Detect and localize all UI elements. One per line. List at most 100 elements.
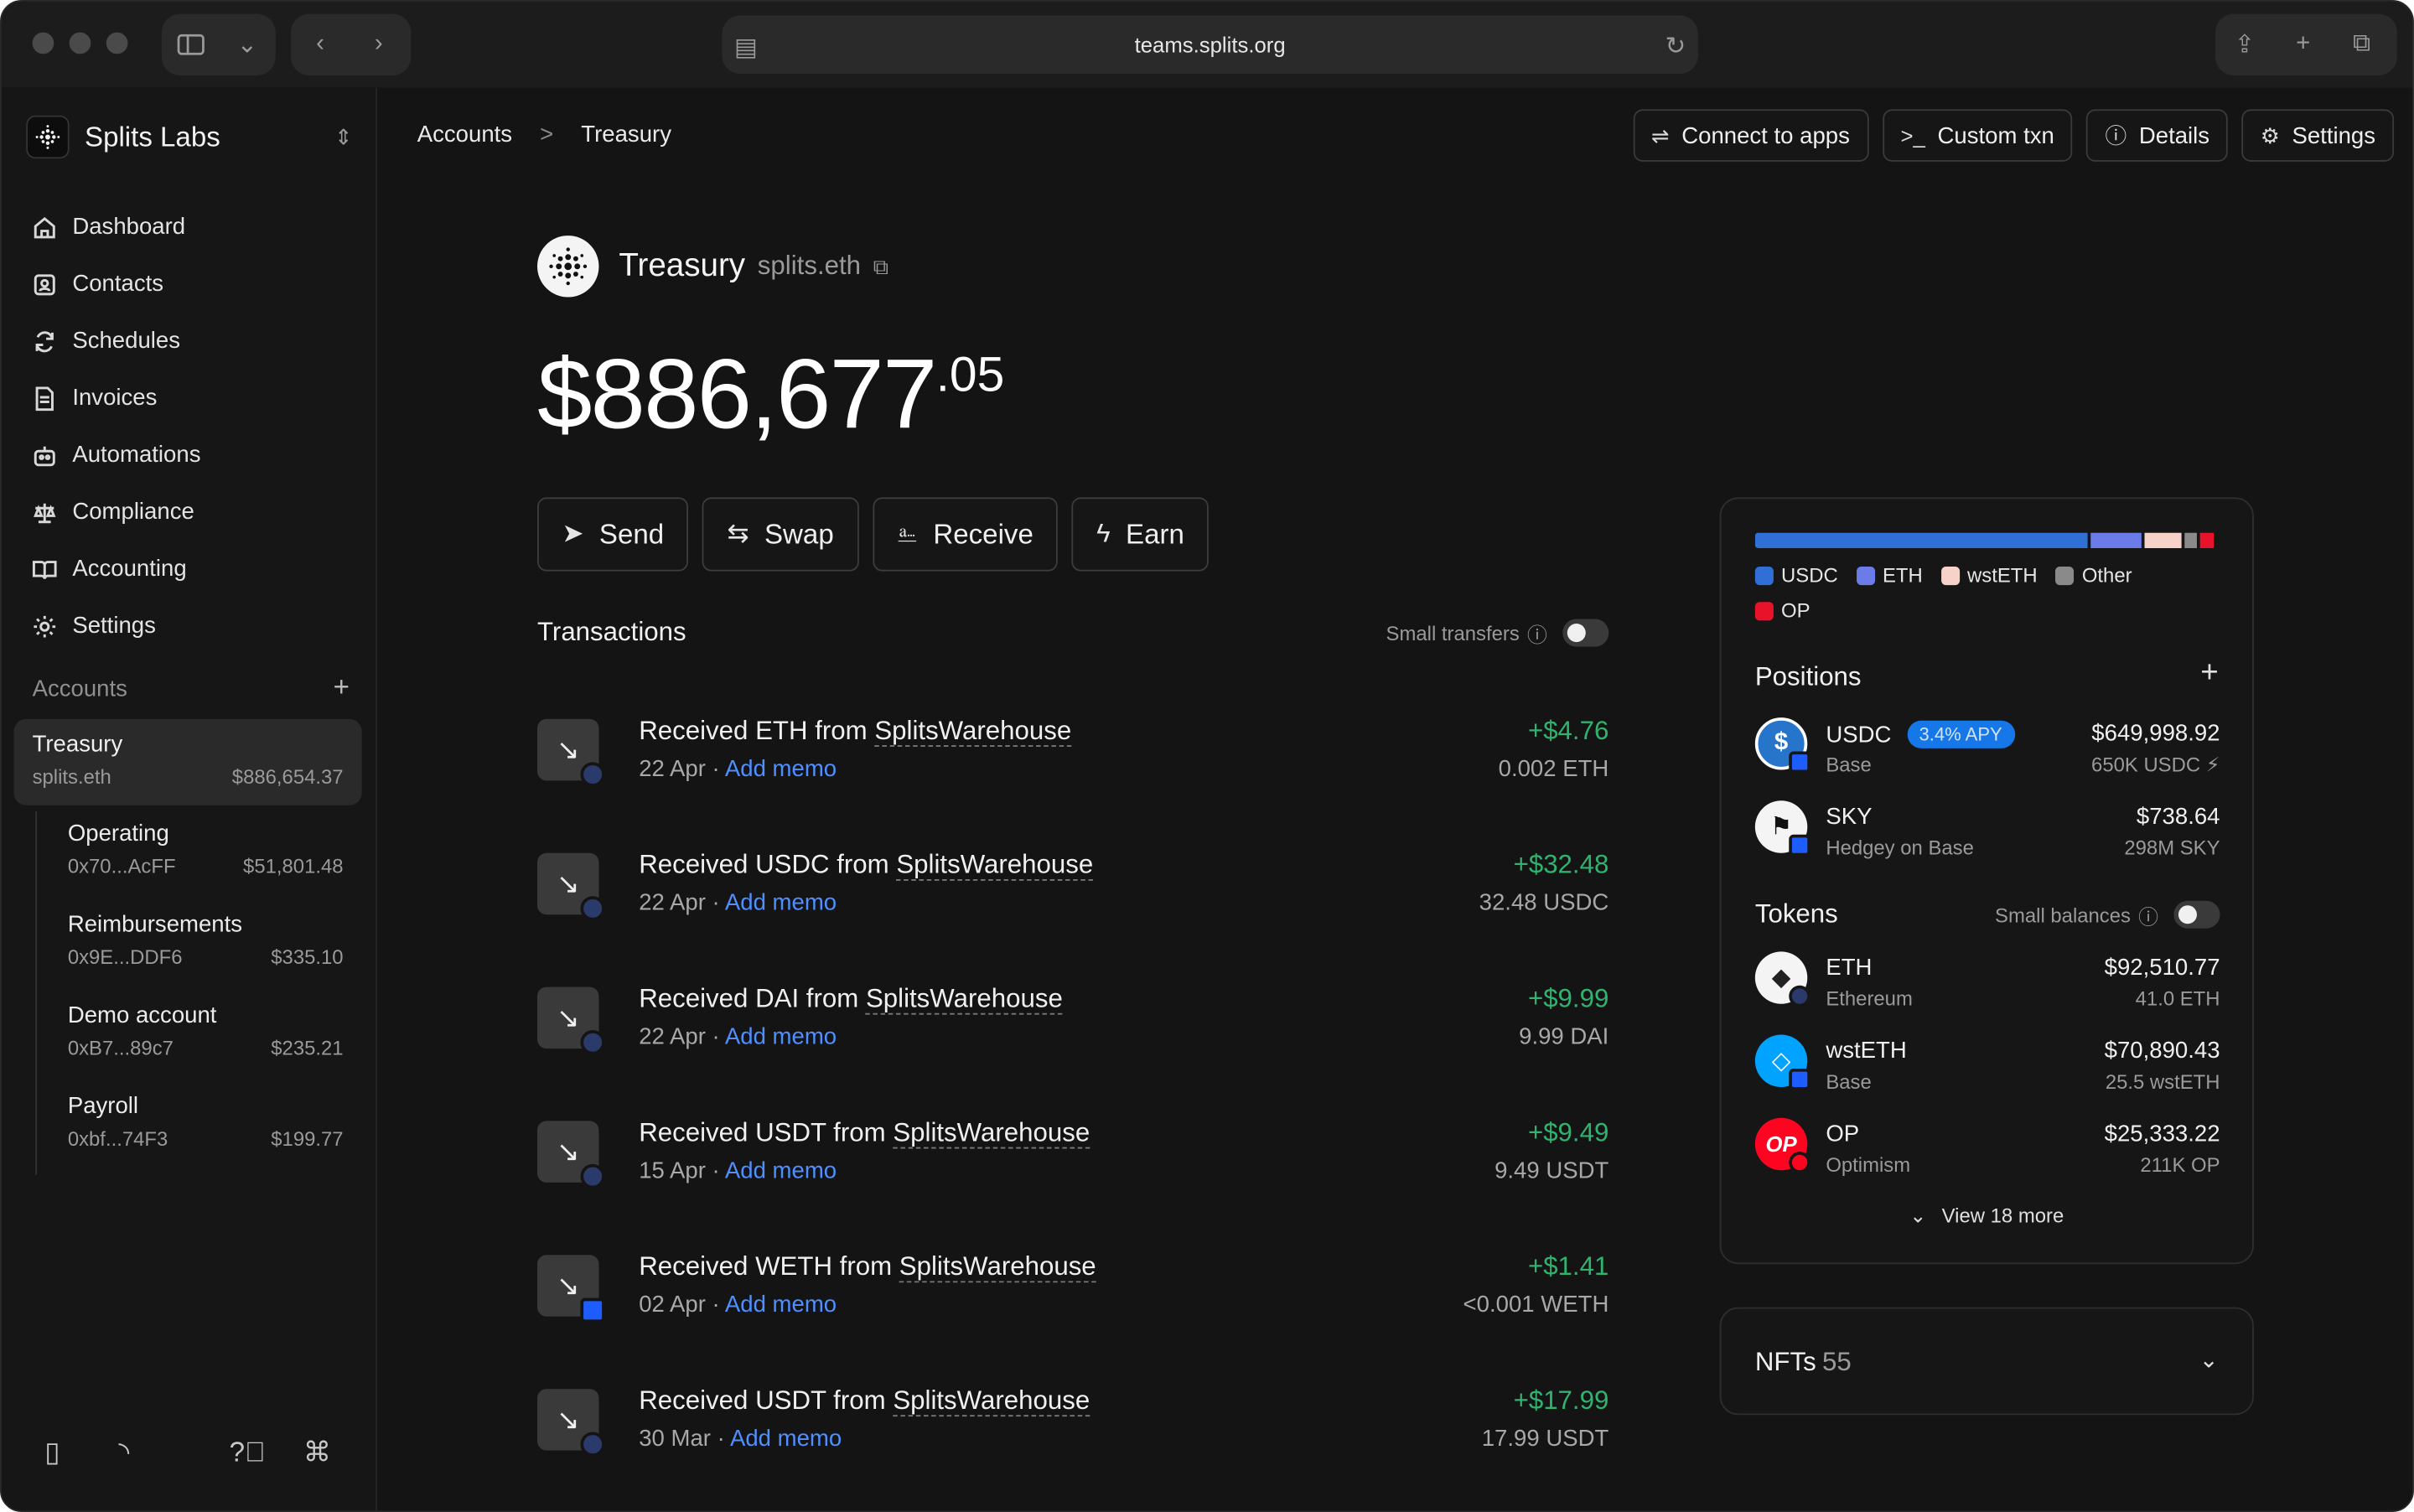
browser-window: ⌄ ‹ › ▤ teams.splits.org ↻ ⇪ + ⧉ Splits … (0, 0, 2414, 1512)
sidebar-item-automations[interactable]: Automations (14, 427, 365, 484)
account-address: 0xB7...89c7 (67, 1036, 174, 1059)
share-button[interactable]: ⇪ (2215, 14, 2274, 75)
chevron-down-icon: ⌄ (2199, 1347, 2219, 1374)
transaction-quantity: 0.002 ETH (1498, 756, 1609, 783)
breadcrumb-accounts[interactable]: Accounts (417, 122, 512, 148)
custom-txn-button[interactable]: >_ Custom txn (1882, 109, 2073, 162)
sidebar-item-invoices[interactable]: Invoices (14, 370, 365, 427)
address-bar[interactable]: ▤ teams.splits.org ↻ (722, 15, 1698, 75)
sidebar-toggle-group: ⌄ (161, 13, 276, 76)
back-button[interactable]: ‹ (291, 14, 350, 75)
window-actions-group: ⇪ + ⧉ (2215, 13, 2397, 76)
ethereum-chain-icon (580, 762, 605, 787)
legend-item: Other (2055, 563, 2132, 587)
reload-icon[interactable]: ↻ (1665, 31, 1686, 62)
transaction-row[interactable]: ↘ Received USDT from SplitsWarehouse 15 Ap… (537, 1111, 1608, 1245)
add-memo-link[interactable]: Add memo (725, 756, 837, 782)
earn-button[interactable]: ϟ Earn (1071, 497, 1210, 572)
settings-button[interactable]: ⚙ Settings (2241, 109, 2395, 162)
account-balance: $199.77 (271, 1126, 344, 1151)
copy-icon[interactable]: ⧉ (873, 253, 888, 279)
new-tab-button[interactable]: + (2274, 14, 2333, 75)
transaction-source[interactable]: SplitsWarehouse (899, 1251, 1096, 1283)
docs-icon[interactable]: ▯ (44, 1437, 60, 1469)
transaction-row[interactable]: ↘ Received DAI from SplitsWarehouse 22 Apr… (537, 978, 1608, 1112)
transaction-quantity: <0.001 WETH (1463, 1292, 1609, 1318)
button-label: Settings (2292, 122, 2376, 149)
swap-button[interactable]: ⇆ Swap (702, 497, 859, 572)
rss-icon[interactable]: ◝ (118, 1437, 129, 1469)
sidebar: Splits Labs ⇕ Dashboard Contacts Schedul… (1, 87, 377, 1511)
connect-to-apps-button[interactable]: ⇌ Connect to apps (1632, 109, 1868, 162)
transaction-amount: +$9.49 (1527, 1117, 1609, 1147)
token-eth[interactable]: ◆ ETH Ethereum $92,510.77 41.0 ETH (1754, 951, 2220, 1012)
transactions-title: Transactions (537, 617, 686, 647)
sidebar-toggle-button[interactable] (162, 14, 219, 75)
transaction-amount: +$9.99 (1527, 983, 1609, 1013)
minimize-window-button[interactable] (69, 32, 91, 54)
small-balances-toggle[interactable] (2173, 900, 2220, 929)
position-sky[interactable]: ⚑ SKY Hedgey on Base $738.64 298M SKY (1754, 800, 2220, 862)
account-item-reimbursements[interactable]: Reimbursements 0x9E...DDF6 $335.10 (37, 903, 362, 993)
add-memo-link[interactable]: Add memo (725, 1024, 837, 1050)
close-window-button[interactable] (32, 32, 54, 54)
view-more-tokens-button[interactable]: ⌄ View 18 more (1721, 1204, 2252, 1229)
account-address: 0x70...AcFF (67, 854, 176, 878)
account-name: Reimbursements (67, 911, 243, 938)
add-position-icon[interactable]: + (2200, 656, 2218, 691)
sidebar-item-label: Accounting (72, 556, 187, 583)
account-item-payroll[interactable]: Payroll 0xbf...74F3 $199.77 (37, 1084, 362, 1174)
sidebar-footer: ▯ ◝ ?⃝ ⌘ (2, 1437, 377, 1473)
org-switcher[interactable]: Splits Labs ⇕ (26, 115, 353, 159)
account-item-demo[interactable]: Demo account 0xB7...89c7 $235.21 (37, 993, 362, 1084)
add-memo-link[interactable]: Add memo (730, 1426, 842, 1452)
zoom-window-button[interactable] (106, 32, 128, 54)
sidebar-item-dashboard[interactable]: Dashboard (14, 199, 365, 256)
add-memo-link[interactable]: Add memo (725, 1292, 837, 1318)
nfts-panel[interactable]: NFTs 55 ⌄ (1719, 1307, 2254, 1416)
transaction-row[interactable]: ↘ Received WETH from SplitsWarehouse 02 Ap… (537, 1245, 1608, 1380)
url-text: teams.splits.org (1134, 32, 1286, 57)
legend-label: ETH (1882, 563, 1923, 587)
help-icon[interactable]: ?⃝ (230, 1437, 266, 1469)
transaction-description: Received USDT from SplitsWarehouse (639, 1385, 1090, 1417)
transaction-source[interactable]: SplitsWarehouse (893, 1385, 1090, 1417)
button-label: Swap (764, 518, 834, 549)
info-icon: ⓘ (2138, 904, 2159, 928)
forward-button[interactable]: › (350, 14, 408, 75)
account-item-operating[interactable]: Operating 0x70...AcFF $51,801.48 (37, 811, 362, 902)
details-button[interactable]: ⓘ Details (2086, 109, 2229, 162)
add-memo-link[interactable]: Add memo (725, 1157, 837, 1183)
transaction-source[interactable]: SplitsWarehouse (893, 1117, 1090, 1149)
sidebar-item-compliance[interactable]: Compliance (14, 484, 365, 541)
transaction-source[interactable]: SplitsWarehouse (865, 983, 1063, 1015)
sidebar-item-settings[interactable]: Settings (14, 598, 365, 655)
small-transfers-toggle[interactable] (1562, 619, 1609, 647)
add-memo-link[interactable]: Add memo (725, 890, 837, 916)
transaction-row[interactable]: ↘ Received USDT from SplitsWarehouse 30 Ma… (537, 1380, 1608, 1510)
position-usdc[interactable]: $ USDC 3.4% APY Base $649,998.92 650K USD… (1754, 717, 2220, 779)
transaction-source[interactable]: SplitsWarehouse (896, 850, 1094, 881)
tab-group-dropdown[interactable]: ⌄ (219, 14, 276, 75)
transaction-meta: 22 Apr · Add memo (639, 1023, 837, 1050)
add-account-icon[interactable]: + (334, 673, 350, 702)
breadcrumb: Accounts > Treasury (417, 122, 671, 148)
asset-value: $92,510.77 (2104, 955, 2220, 981)
account-item-treasury[interactable]: Treasury splits.eth $886,654.37 (13, 718, 362, 805)
nfts-label: NFTs (1754, 1347, 1816, 1377)
receive-button[interactable]: ⎁ Receive (872, 497, 1059, 572)
transaction-row[interactable]: ↘ Received USDC from SplitsWarehouse 22 Ap… (537, 844, 1608, 978)
sidebar-item-schedules[interactable]: Schedules (14, 313, 365, 370)
transaction-source[interactable]: SplitsWarehouse (874, 716, 1072, 747)
allocation-segment-eth (2090, 532, 2142, 549)
base-chain-icon (1789, 751, 1810, 774)
transaction-row[interactable]: ↘ Received ETH from SplitsWarehouse 22 Apr… (537, 710, 1608, 844)
sidebar-item-contacts[interactable]: Contacts (14, 256, 365, 313)
tab-overview-button[interactable]: ⧉ (2333, 14, 2391, 75)
token-op[interactable]: OP OP Optimism $25,333.22 211K OP (1754, 1117, 2220, 1179)
send-button[interactable]: ➤ Send (537, 497, 689, 572)
asset-quantity: 650K USDC ⚡ (2091, 753, 2220, 776)
command-icon[interactable]: ⌘ (303, 1437, 331, 1469)
sidebar-item-accounting[interactable]: Accounting (14, 541, 365, 598)
token-wsteth[interactable]: ◇ wstETH Base $70,890.43 25.5 wstETH (1754, 1034, 2220, 1096)
